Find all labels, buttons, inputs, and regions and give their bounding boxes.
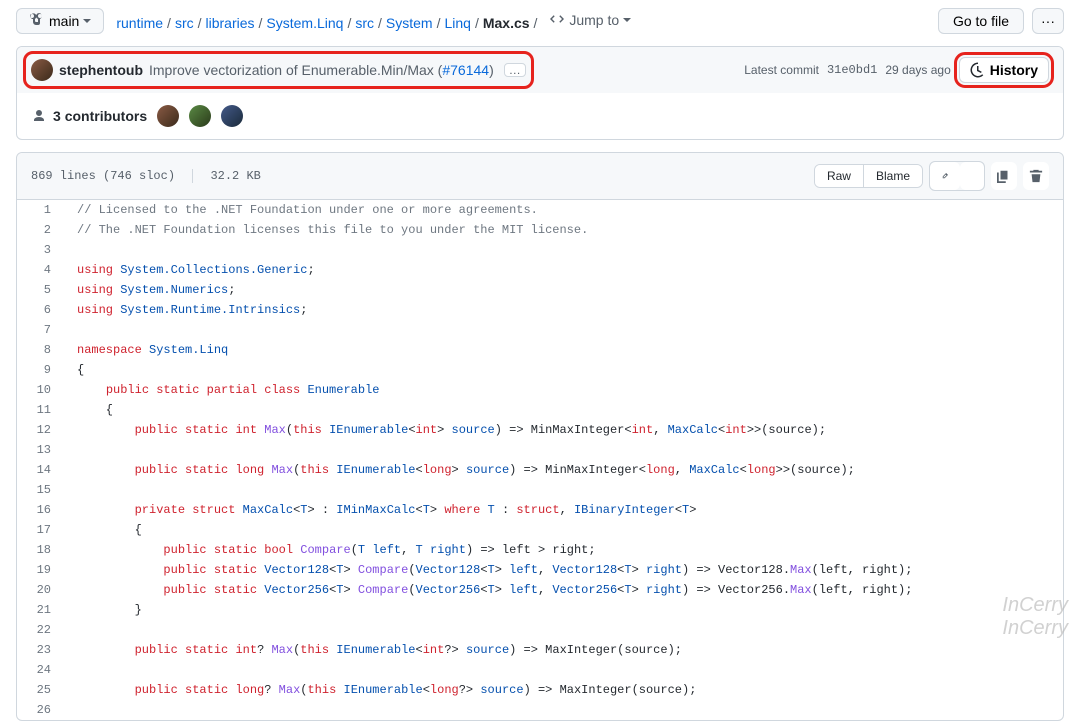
code-line[interactable]: 15 <box>17 480 1063 500</box>
branch-icon <box>29 13 45 29</box>
code-line[interactable]: 23 public static int? Max(this IEnumerab… <box>17 640 1063 660</box>
code-line[interactable]: 16 private struct MaxCalc<T> : IMinMaxCa… <box>17 500 1063 520</box>
branch-select-button[interactable]: main <box>16 8 104 34</box>
trash-icon <box>1029 169 1043 183</box>
code-content: 1// Licensed to the .NET Foundation unde… <box>17 200 1063 720</box>
file-view: 869 lines (746 sloc) 32.2 KB Raw Blame <box>16 152 1064 721</box>
code-line[interactable]: 3 <box>17 240 1063 260</box>
code-line[interactable]: 25 public static long? Max(this IEnumera… <box>17 680 1063 700</box>
contributor-avatar[interactable] <box>221 105 243 127</box>
code-line[interactable]: 12 public static int Max(this IEnumerabl… <box>17 420 1063 440</box>
code-line[interactable]: 20 public static Vector256<T> Compare(Ve… <box>17 580 1063 600</box>
breadcrumb: runtime/src/libraries/System.Linq/src/Sy… <box>116 12 631 31</box>
author-avatar[interactable] <box>31 59 53 81</box>
history-icon <box>970 62 986 78</box>
code-icon <box>549 12 565 28</box>
crumb-src[interactable]: src <box>175 15 194 31</box>
code-line[interactable]: 24 <box>17 660 1063 680</box>
code-line[interactable]: 5using System.Numerics; <box>17 280 1063 300</box>
latest-commit-info[interactable]: stephentoub Improve vectorization of Enu… <box>31 59 526 81</box>
commit-author[interactable]: stephentoub <box>59 62 143 78</box>
crumb-system[interactable]: System <box>386 15 433 31</box>
code-line[interactable]: 17 { <box>17 520 1063 540</box>
delete-button[interactable] <box>1023 162 1049 190</box>
people-icon <box>31 108 47 124</box>
crumb-src2[interactable]: src <box>355 15 374 31</box>
dropdown-caret-icon <box>623 16 631 24</box>
code-line[interactable]: 14 public static long Max(this IEnumerab… <box>17 460 1063 480</box>
contributors-row: 3 contributors <box>17 93 1063 139</box>
commit-sha[interactable]: 31e0bd1 <box>827 63 877 77</box>
latest-commit-label: Latest commit <box>744 63 819 77</box>
expand-message-button[interactable]: … <box>504 63 526 77</box>
contributor-avatar[interactable] <box>157 105 179 127</box>
code-line[interactable]: 2// The .NET Foundation licenses this fi… <box>17 220 1063 240</box>
contributor-avatar[interactable] <box>189 105 211 127</box>
jump-to-button[interactable]: Jump to <box>549 12 631 28</box>
code-line[interactable]: 21 } <box>17 600 1063 620</box>
raw-blame-group: Raw Blame <box>814 164 923 188</box>
go-to-file-button[interactable]: Go to file <box>938 8 1024 34</box>
pr-link[interactable]: #76144 <box>442 62 489 78</box>
raw-button[interactable]: Raw <box>815 165 863 187</box>
crumb-linq[interactable]: Linq <box>444 15 470 31</box>
code-line[interactable]: 7 <box>17 320 1063 340</box>
file-nav-bar: main runtime/src/libraries/System.Linq/s… <box>16 0 1064 46</box>
copy-icon <box>997 169 1011 183</box>
edit-button[interactable] <box>930 162 960 190</box>
commit-box: stephentoub Improve vectorization of Enu… <box>16 46 1064 140</box>
crumb-runtime[interactable]: runtime <box>116 15 163 31</box>
code-line[interactable]: 11 { <box>17 400 1063 420</box>
file-meta: 869 lines (746 sloc) 32.2 KB <box>31 169 261 183</box>
contributors-count[interactable]: 3 contributors <box>31 108 147 124</box>
copy-button[interactable] <box>991 162 1017 190</box>
blame-button[interactable]: Blame <box>863 165 922 187</box>
commit-message[interactable]: Improve vectorization of Enumerable.Min/… <box>149 62 494 78</box>
commit-age: 29 days ago <box>885 63 950 77</box>
code-line[interactable]: 9{ <box>17 360 1063 380</box>
code-line[interactable]: 1// Licensed to the .NET Foundation unde… <box>17 200 1063 220</box>
edit-group <box>929 161 985 191</box>
code-line[interactable]: 19 public static Vector128<T> Compare(Ve… <box>17 560 1063 580</box>
code-line[interactable]: 22 <box>17 620 1063 640</box>
code-line[interactable]: 13 <box>17 440 1063 460</box>
code-line[interactable]: 4using System.Collections.Generic; <box>17 260 1063 280</box>
edit-dropdown-button[interactable] <box>960 162 984 190</box>
more-actions-button[interactable]: ··· <box>1032 8 1064 34</box>
pencil-icon <box>942 169 948 183</box>
code-line[interactable]: 8namespace System.Linq <box>17 340 1063 360</box>
history-button[interactable]: History <box>959 57 1049 83</box>
code-line[interactable]: 18 public static bool Compare(T left, T … <box>17 540 1063 560</box>
crumb-libraries[interactable]: libraries <box>206 15 255 31</box>
crumb-file: Max.cs <box>483 15 530 31</box>
code-line[interactable]: 26 <box>17 700 1063 720</box>
branch-name: main <box>49 13 79 29</box>
crumb-systemlinq[interactable]: System.Linq <box>266 15 343 31</box>
code-line[interactable]: 10 public static partial class Enumerabl… <box>17 380 1063 400</box>
dropdown-caret-icon <box>83 17 91 25</box>
code-line[interactable]: 6using System.Runtime.Intrinsics; <box>17 300 1063 320</box>
